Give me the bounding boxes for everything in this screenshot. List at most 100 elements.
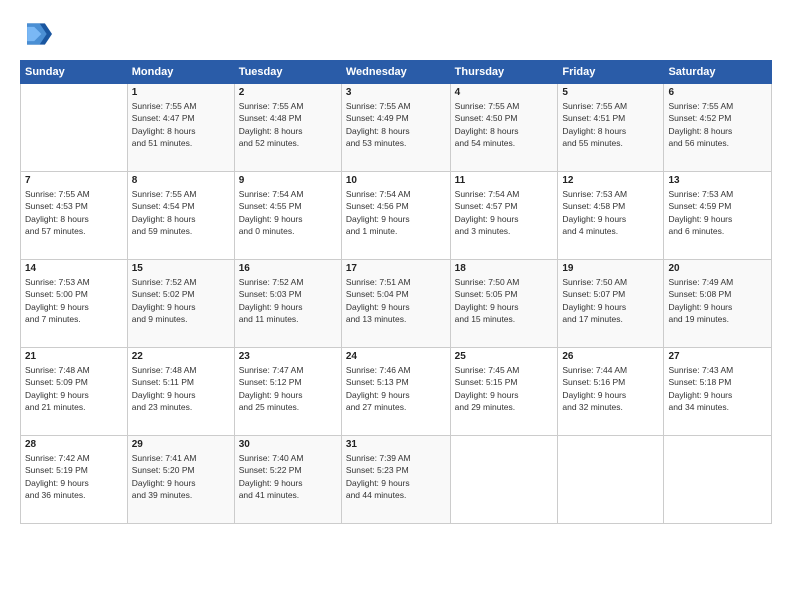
day-info: Sunrise: 7:48 AMSunset: 5:09 PMDaylight:…: [25, 364, 123, 413]
day-info: Sunrise: 7:52 AMSunset: 5:03 PMDaylight:…: [239, 276, 337, 325]
calendar-cell: [558, 436, 664, 524]
day-number: 24: [346, 351, 446, 362]
calendar-cell: 17 Sunrise: 7:51 AMSunset: 5:04 PMDayligh…: [341, 260, 450, 348]
day-number: 2: [239, 87, 337, 98]
weekday-header-sunday: Sunday: [21, 61, 128, 84]
day-info: Sunrise: 7:54 AMSunset: 4:56 PMDaylight:…: [346, 188, 446, 237]
calendar-cell: 25 Sunrise: 7:45 AMSunset: 5:15 PMDayligh…: [450, 348, 558, 436]
day-number: 23: [239, 351, 337, 362]
calendar-cell: 16 Sunrise: 7:52 AMSunset: 5:03 PMDayligh…: [234, 260, 341, 348]
calendar-cell: 3 Sunrise: 7:55 AMSunset: 4:49 PMDaylight…: [341, 84, 450, 172]
week-row-1: 1 Sunrise: 7:55 AMSunset: 4:47 PMDaylight…: [21, 84, 772, 172]
day-number: 16: [239, 263, 337, 274]
calendar-cell: 6 Sunrise: 7:55 AMSunset: 4:52 PMDaylight…: [664, 84, 772, 172]
day-info: Sunrise: 7:52 AMSunset: 5:02 PMDaylight:…: [132, 276, 230, 325]
day-number: 3: [346, 87, 446, 98]
day-number: 22: [132, 351, 230, 362]
day-info: Sunrise: 7:54 AMSunset: 4:57 PMDaylight:…: [455, 188, 554, 237]
day-number: 7: [25, 175, 123, 186]
weekday-header-saturday: Saturday: [664, 61, 772, 84]
day-info: Sunrise: 7:43 AMSunset: 5:18 PMDaylight:…: [668, 364, 767, 413]
day-number: 1: [132, 87, 230, 98]
day-info: Sunrise: 7:45 AMSunset: 5:15 PMDaylight:…: [455, 364, 554, 413]
calendar-cell: 5 Sunrise: 7:55 AMSunset: 4:51 PMDaylight…: [558, 84, 664, 172]
calendar-cell: 18 Sunrise: 7:50 AMSunset: 5:05 PMDayligh…: [450, 260, 558, 348]
day-number: 20: [668, 263, 767, 274]
day-number: 17: [346, 263, 446, 274]
calendar-cell: 21 Sunrise: 7:48 AMSunset: 5:09 PMDayligh…: [21, 348, 128, 436]
day-info: Sunrise: 7:40 AMSunset: 5:22 PMDaylight:…: [239, 452, 337, 501]
day-info: Sunrise: 7:53 AMSunset: 4:58 PMDaylight:…: [562, 188, 659, 237]
day-number: 15: [132, 263, 230, 274]
day-number: 10: [346, 175, 446, 186]
calendar-cell: [21, 84, 128, 172]
day-info: Sunrise: 7:55 AMSunset: 4:49 PMDaylight:…: [346, 100, 446, 149]
calendar-cell: 7 Sunrise: 7:55 AMSunset: 4:53 PMDaylight…: [21, 172, 128, 260]
calendar-cell: 28Sunrise: 7:42 AMSunset: 5:19 PMDayligh…: [21, 436, 128, 524]
calendar-cell: 9 Sunrise: 7:54 AMSunset: 4:55 PMDaylight…: [234, 172, 341, 260]
week-row-5: 28Sunrise: 7:42 AMSunset: 5:19 PMDayligh…: [21, 436, 772, 524]
day-number: 6: [668, 87, 767, 98]
day-info: Sunrise: 7:54 AMSunset: 4:55 PMDaylight:…: [239, 188, 337, 237]
page: SundayMondayTuesdayWednesdayThursdayFrid…: [0, 0, 792, 612]
day-number: 29: [132, 439, 230, 450]
day-info: Sunrise: 7:55 AMSunset: 4:51 PMDaylight:…: [562, 100, 659, 149]
weekday-header-row: SundayMondayTuesdayWednesdayThursdayFrid…: [21, 61, 772, 84]
calendar-cell: 27 Sunrise: 7:43 AMSunset: 5:18 PMDayligh…: [664, 348, 772, 436]
day-info: Sunrise: 7:42 AMSunset: 5:19 PMDaylight:…: [25, 452, 123, 501]
day-number: 25: [455, 351, 554, 362]
day-info: Sunrise: 7:53 AMSunset: 5:00 PMDaylight:…: [25, 276, 123, 325]
day-info: Sunrise: 7:47 AMSunset: 5:12 PMDaylight:…: [239, 364, 337, 413]
week-row-2: 7 Sunrise: 7:55 AMSunset: 4:53 PMDaylight…: [21, 172, 772, 260]
calendar-cell: 19 Sunrise: 7:50 AMSunset: 5:07 PMDayligh…: [558, 260, 664, 348]
day-info: Sunrise: 7:49 AMSunset: 5:08 PMDaylight:…: [668, 276, 767, 325]
day-number: 19: [562, 263, 659, 274]
day-info: Sunrise: 7:48 AMSunset: 5:11 PMDaylight:…: [132, 364, 230, 413]
weekday-header-monday: Monday: [127, 61, 234, 84]
calendar-cell: 15 Sunrise: 7:52 AMSunset: 5:02 PMDayligh…: [127, 260, 234, 348]
day-info: Sunrise: 7:44 AMSunset: 5:16 PMDaylight:…: [562, 364, 659, 413]
calendar-cell: [664, 436, 772, 524]
week-row-3: 14 Sunrise: 7:53 AMSunset: 5:00 PMDayligh…: [21, 260, 772, 348]
calendar-cell: 14 Sunrise: 7:53 AMSunset: 5:00 PMDayligh…: [21, 260, 128, 348]
week-row-4: 21 Sunrise: 7:48 AMSunset: 5:09 PMDayligh…: [21, 348, 772, 436]
day-number: 21: [25, 351, 123, 362]
calendar-cell: 23 Sunrise: 7:47 AMSunset: 5:12 PMDayligh…: [234, 348, 341, 436]
day-number: 30: [239, 439, 337, 450]
weekday-header-tuesday: Tuesday: [234, 61, 341, 84]
day-number: 8: [132, 175, 230, 186]
day-number: 27: [668, 351, 767, 362]
calendar-cell: 31Sunrise: 7:39 AMSunset: 5:23 PMDayligh…: [341, 436, 450, 524]
calendar-cell: 2 Sunrise: 7:55 AMSunset: 4:48 PMDaylight…: [234, 84, 341, 172]
day-info: Sunrise: 7:51 AMSunset: 5:04 PMDaylight:…: [346, 276, 446, 325]
day-info: Sunrise: 7:53 AMSunset: 4:59 PMDaylight:…: [668, 188, 767, 237]
calendar-cell: 12Sunrise: 7:53 AMSunset: 4:58 PMDayligh…: [558, 172, 664, 260]
day-info: Sunrise: 7:55 AMSunset: 4:53 PMDaylight:…: [25, 188, 123, 237]
calendar-cell: 13Sunrise: 7:53 AMSunset: 4:59 PMDayligh…: [664, 172, 772, 260]
header: [20, 18, 772, 50]
day-number: 11: [455, 175, 554, 186]
day-info: Sunrise: 7:55 AMSunset: 4:48 PMDaylight:…: [239, 100, 337, 149]
calendar-cell: 4 Sunrise: 7:55 AMSunset: 4:50 PMDaylight…: [450, 84, 558, 172]
day-info: Sunrise: 7:55 AMSunset: 4:54 PMDaylight:…: [132, 188, 230, 237]
day-number: 18: [455, 263, 554, 274]
calendar-cell: 20 Sunrise: 7:49 AMSunset: 5:08 PMDayligh…: [664, 260, 772, 348]
day-info: Sunrise: 7:50 AMSunset: 5:05 PMDaylight:…: [455, 276, 554, 325]
calendar-table: SundayMondayTuesdayWednesdayThursdayFrid…: [20, 60, 772, 524]
day-number: 4: [455, 87, 554, 98]
day-number: 5: [562, 87, 659, 98]
day-info: Sunrise: 7:46 AMSunset: 5:13 PMDaylight:…: [346, 364, 446, 413]
logo: [20, 18, 56, 50]
day-number: 9: [239, 175, 337, 186]
calendar-cell: 24 Sunrise: 7:46 AMSunset: 5:13 PMDayligh…: [341, 348, 450, 436]
day-info: Sunrise: 7:55 AMSunset: 4:52 PMDaylight:…: [668, 100, 767, 149]
weekday-header-thursday: Thursday: [450, 61, 558, 84]
day-number: 14: [25, 263, 123, 274]
day-number: 26: [562, 351, 659, 362]
weekday-header-friday: Friday: [558, 61, 664, 84]
calendar-cell: 30 Sunrise: 7:40 AMSunset: 5:22 PMDayligh…: [234, 436, 341, 524]
day-info: Sunrise: 7:50 AMSunset: 5:07 PMDaylight:…: [562, 276, 659, 325]
calendar-cell: [450, 436, 558, 524]
day-info: Sunrise: 7:55 AMSunset: 4:50 PMDaylight:…: [455, 100, 554, 149]
day-info: Sunrise: 7:55 AMSunset: 4:47 PMDaylight:…: [132, 100, 230, 149]
